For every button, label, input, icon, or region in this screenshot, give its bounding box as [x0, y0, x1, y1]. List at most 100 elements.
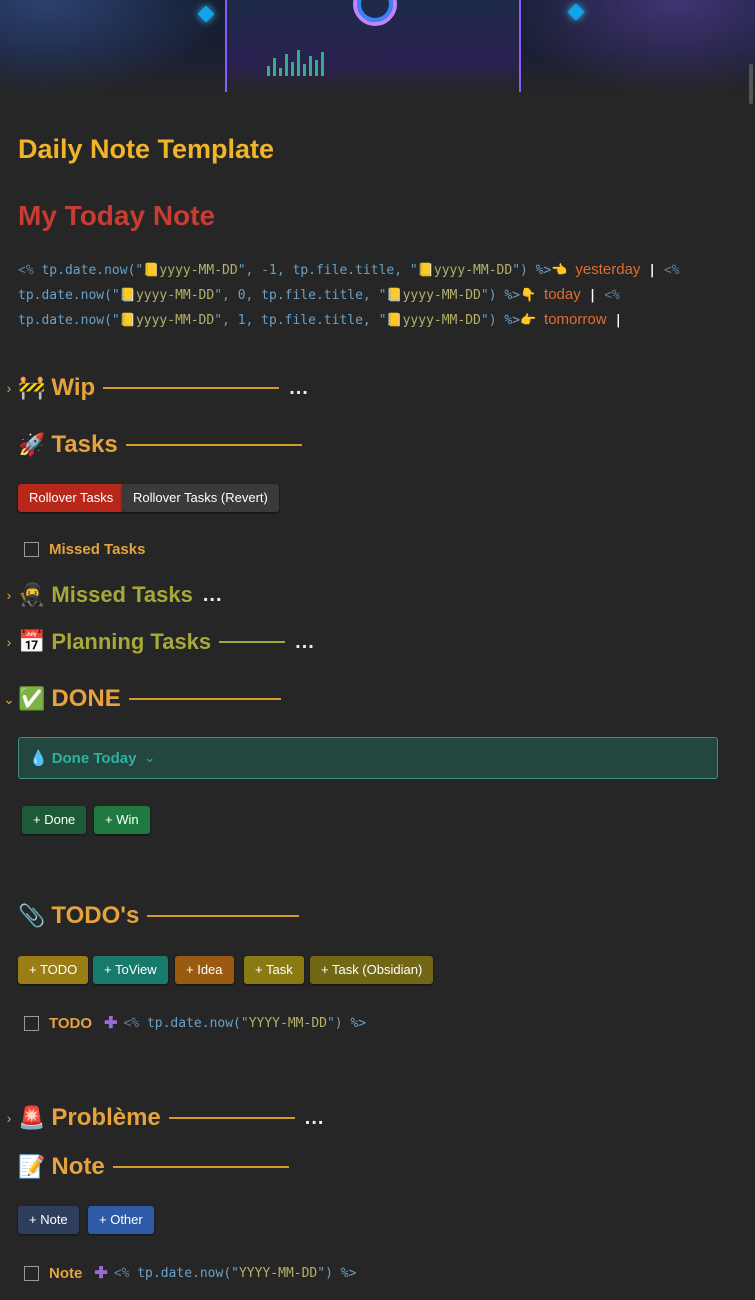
heading-rule [128, 698, 281, 700]
point-left-icon: 👈 [551, 263, 568, 278]
separator: | [614, 313, 623, 328]
banner-bars [267, 50, 324, 76]
header-banner-image [0, 0, 755, 95]
task-label: Missed Tasks [49, 541, 146, 558]
nav-line-tomorrow: tp.date.now("📒yyyy-MM-DD", 1, tp.file.ti… [18, 308, 718, 333]
heading-rule [112, 1166, 289, 1168]
code-args: ", 1, tp.file.title, " [214, 313, 387, 328]
collapsed-indicator[interactable]: ... [203, 584, 223, 607]
collapsed-indicator[interactable]: ... [295, 631, 315, 654]
point-down-icon: 👇 [520, 288, 537, 303]
code-fn: tp.date.now(" [137, 1265, 239, 1281]
add-done-button[interactable]: + Done [22, 806, 87, 834]
code-format: yyyy-MM-DD [135, 288, 215, 303]
code-format: YYYY-MM-DD [248, 1015, 327, 1031]
chevron-down-icon[interactable]: ⌄ [144, 750, 155, 766]
add-todo-button[interactable]: + TODO [18, 956, 89, 984]
code-args: ", 0, tp.file.title, " [214, 288, 387, 303]
template-tag: <% [113, 1265, 130, 1281]
code-close: ") %> [480, 313, 521, 328]
done-today-callout[interactable]: 💧 Done Today ⌄ [18, 737, 718, 779]
calendar-icon: 📒 [119, 288, 136, 303]
add-idea-button[interactable]: + Idea [175, 956, 234, 984]
add-other-button[interactable]: + Other [88, 1206, 154, 1234]
section-title: Note [51, 1153, 105, 1180]
calendar-icon: 📒 [119, 313, 136, 328]
tomorrow-link[interactable]: tomorrow [544, 311, 607, 328]
section-done[interactable]: ⌄ ✅ DONE [0, 685, 281, 713]
template-tag: <% [18, 263, 34, 278]
heading-rule [168, 1117, 295, 1119]
rocket-icon: 🚀 [18, 432, 46, 457]
code-close: ") %> [512, 263, 552, 278]
chevron-right-icon[interactable]: › [0, 587, 18, 603]
task-checkbox[interactable] [24, 1015, 39, 1031]
memo-icon: 📝 [18, 1154, 46, 1179]
code-format: yyyy-MM-DD [135, 313, 215, 328]
banner-target-icon [353, 0, 397, 26]
calendar-icon: 📅 [18, 629, 46, 654]
task-note: Note ✚ <% tp.date.now("YYYY-MM-DD") %> [24, 1263, 356, 1283]
template-tag: <% [604, 288, 620, 303]
task-checkbox[interactable] [24, 542, 39, 557]
ninja-icon: 🥷 [18, 582, 46, 607]
code-close: ") %> [317, 1265, 357, 1281]
collapsed-indicator[interactable]: ... [289, 377, 309, 400]
collapsed-indicator[interactable]: ... [305, 1107, 325, 1130]
template-tag: <% [123, 1015, 140, 1031]
code-args: ", -1, tp.file.title, " [237, 263, 418, 278]
chevron-right-icon[interactable]: › [0, 1110, 18, 1126]
section-title: Missed Tasks [51, 582, 193, 607]
section-probleme[interactable]: › 🚨 Problème ... [0, 1104, 324, 1132]
rollover-tasks-revert-button[interactable]: Rollover Tasks (Revert) [122, 484, 279, 512]
task-label: TODO [49, 1014, 93, 1032]
section-planning-tasks[interactable]: › 📅 Planning Tasks ... [0, 629, 315, 655]
banner-glow-right [495, 0, 755, 95]
heading-rule [219, 641, 286, 643]
banner-dashboard-panel [225, 0, 521, 92]
calendar-icon: 📒 [417, 263, 434, 278]
code-format: yyyy-MM-DD [159, 263, 238, 278]
task-checkbox[interactable] [24, 1265, 39, 1281]
code-format: YYYY-MM-DD [238, 1265, 318, 1281]
date-template: <% tp.date.now("YYYY-MM-DD") %> [114, 1266, 357, 1281]
section-todos: 📎 TODO's [0, 902, 300, 930]
note-heading: My Today Note [18, 200, 216, 231]
nav-line-yesterday: <% tp.date.now("📒yyyy-MM-DD", -1, tp.fil… [18, 258, 718, 283]
scrollbar[interactable] [749, 64, 753, 104]
code-fn: tp.date.now(" [18, 288, 120, 303]
section-title: Planning Tasks [51, 629, 212, 654]
section-title: DONE [51, 685, 121, 712]
heading-rule [103, 387, 280, 389]
add-toview-button[interactable]: + ToView [93, 956, 168, 984]
chevron-down-icon[interactable]: ⌄ [0, 691, 18, 708]
construction-icon: 🚧 [18, 375, 46, 400]
add-task-button[interactable]: + Task [244, 956, 304, 984]
section-wip[interactable]: › 🚧 Wip ... [0, 374, 309, 402]
rollover-tasks-button[interactable]: Rollover Tasks [18, 484, 125, 512]
task-todo: TODO ✚ <% tp.date.now("YYYY-MM-DD") %> [24, 1013, 366, 1033]
code-format: yyyy-MM-DD [402, 313, 481, 328]
banner-glow-left [0, 0, 230, 95]
today-link[interactable]: today [544, 286, 581, 303]
section-missed-tasks[interactable]: › 🥷 Missed Tasks ... [0, 582, 223, 608]
section-note: 📝 Note [0, 1153, 289, 1181]
task-missed: Missed Tasks [24, 541, 145, 558]
siren-icon: 🚨 [18, 1105, 46, 1130]
add-task-obsidian-button[interactable]: + Task (Obsidian) [310, 956, 434, 984]
section-tasks: 🚀 Tasks [0, 431, 302, 459]
separator: | [648, 263, 657, 278]
section-title: Problème [51, 1104, 161, 1131]
nav-line-today: tp.date.now("📒yyyy-MM-DD", 0, tp.file.ti… [18, 283, 718, 308]
plus-icon: ✚ [104, 1015, 118, 1032]
add-win-button[interactable]: + Win [94, 806, 150, 834]
code-format: yyyy-MM-DD [402, 288, 481, 303]
check-mark-icon: ✅ [18, 686, 46, 711]
section-title: Tasks [51, 431, 118, 458]
heading-rule [125, 444, 302, 446]
add-note-button[interactable]: + Note [18, 1206, 79, 1234]
chevron-right-icon[interactable]: › [0, 634, 18, 650]
code-fn: tp.date.now(" [18, 313, 120, 328]
chevron-right-icon[interactable]: › [0, 380, 18, 396]
yesterday-link[interactable]: yesterday [575, 261, 640, 278]
